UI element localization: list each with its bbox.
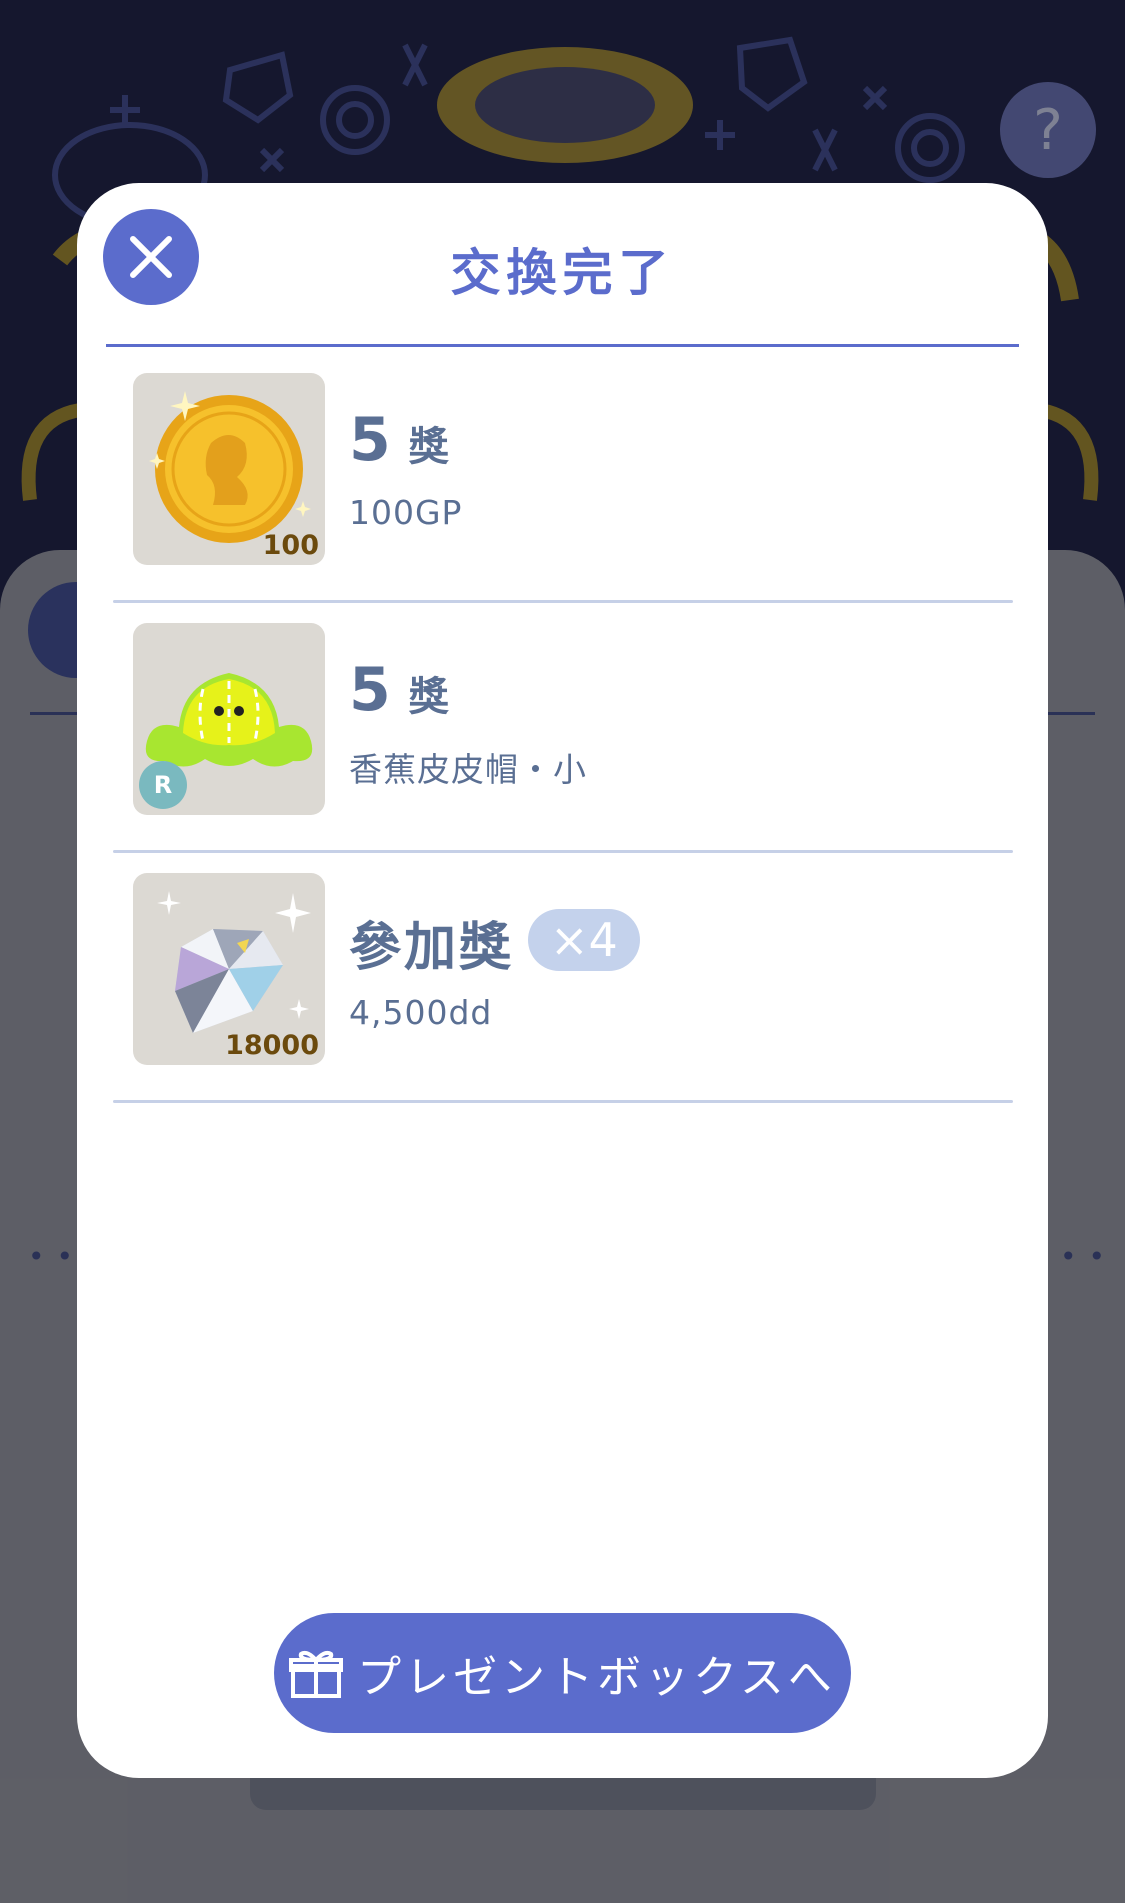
title-divider bbox=[106, 344, 1019, 347]
item-thumbnail: 100 bbox=[133, 373, 325, 565]
item-description: 100GP bbox=[349, 493, 463, 532]
present-box-button-label: プレゼントボックスへ bbox=[357, 1652, 836, 1703]
prize-name: 參加獎 bbox=[349, 918, 515, 978]
list-item: 100 5 獎 100GP bbox=[113, 353, 1013, 603]
row-divider bbox=[113, 1100, 1013, 1103]
thumbnail-quantity: 18000 bbox=[225, 1030, 319, 1061]
quantity-badge: ×4 bbox=[528, 909, 640, 971]
prize-rank: 參加獎 ×4 bbox=[349, 905, 640, 978]
exchange-complete-modal: 交換完了 100 5 獎 100GP R 5 獎 香蕉皮皮帽・小 18000 參… bbox=[77, 183, 1048, 1778]
list-item: 18000 參加獎 ×4 4,500dd bbox=[113, 853, 1013, 1103]
thumbnail-quantity: 100 bbox=[262, 530, 319, 561]
prize-rank: 5 獎 bbox=[349, 655, 449, 725]
prize-unit: 獎 bbox=[408, 424, 449, 470]
prize-rank: 5 獎 bbox=[349, 405, 449, 475]
gift-box-icon bbox=[289, 1648, 344, 1698]
item-description: 4,500dd bbox=[349, 993, 493, 1032]
present-box-button[interactable]: プレゼントボックスへ bbox=[274, 1613, 851, 1733]
prize-number: 5 bbox=[349, 405, 391, 475]
prize-number: 5 bbox=[349, 655, 391, 725]
item-description: 香蕉皮皮帽・小 bbox=[349, 750, 587, 789]
list-item: R 5 獎 香蕉皮皮帽・小 bbox=[113, 603, 1013, 853]
item-thumbnail: 18000 bbox=[133, 873, 325, 1065]
item-thumbnail: R bbox=[133, 623, 325, 815]
rarity-badge: R bbox=[139, 761, 187, 809]
modal-title: 交換完了 bbox=[450, 244, 675, 302]
prize-unit: 獎 bbox=[408, 674, 449, 720]
